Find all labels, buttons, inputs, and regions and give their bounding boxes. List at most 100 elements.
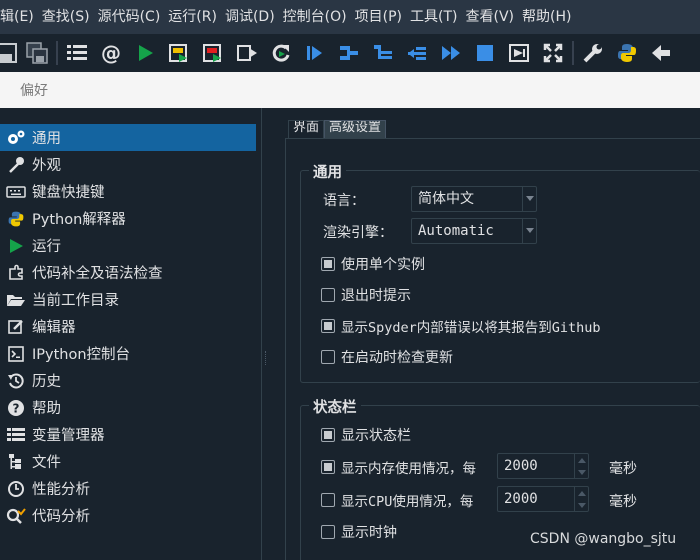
nav-item-variable-explorer[interactable]: 变量管理器 (0, 421, 256, 448)
step-button[interactable] (332, 34, 366, 72)
chevron-down-icon (522, 187, 536, 211)
keyboard-icon (5, 182, 27, 202)
check-updates-checkbox[interactable] (321, 350, 335, 364)
python-path-button[interactable] (610, 34, 644, 72)
show-statusbar-option[interactable]: 显示状态栏 (321, 425, 411, 445)
nav-item-completion-linting[interactable]: 代码补全及语法检查 (0, 259, 256, 286)
menu-projects[interactable]: 项目(P) (355, 0, 406, 34)
cpu-interval-spinbox[interactable]: 2000 (497, 486, 589, 512)
nav-splitter[interactable] (262, 108, 272, 560)
menu-bar: 辑(E) 查找(S) 源代码(C) 运行(R) 调试(D) 控制台(O) 项目(… (0, 0, 700, 34)
nav-item-label: 运行 (32, 239, 61, 255)
report-errors-checkbox[interactable] (321, 319, 335, 333)
menu-consoles[interactable]: 控制台(O) (283, 0, 351, 34)
show-cpu-checkbox[interactable] (321, 493, 335, 507)
preferences-page: 界面 高级设置 通用 语言： 简体中文 渲染引擎： Automatic 使用单个… (272, 108, 700, 560)
tab-interface[interactable]: 界面 (288, 120, 325, 138)
edit-icon (5, 317, 27, 337)
rerun-button[interactable] (264, 34, 298, 72)
outline-button[interactable] (60, 34, 94, 72)
nav-item-run[interactable]: 运行 (0, 232, 256, 259)
nav-item-label: 当前工作目录 (32, 293, 119, 309)
menu-search[interactable]: 查找(S) (42, 0, 94, 34)
nav-item-history[interactable]: 历史 (0, 367, 256, 394)
continue-icon (442, 46, 460, 60)
preferences-dialog-titlebar: 偏好 (0, 72, 700, 108)
nav-item-profiler[interactable]: 性能分析 (0, 475, 256, 502)
prompt-on-exit-option[interactable]: 退出时提示 (321, 285, 411, 305)
back-button[interactable] (644, 34, 678, 72)
nav-item-working-directory[interactable]: 当前工作目录 (0, 286, 256, 313)
python-icon (5, 209, 27, 229)
at-button[interactable]: @ (94, 34, 128, 72)
nav-item-label: 历史 (32, 374, 61, 390)
continue-button[interactable] (434, 34, 468, 72)
nav-item-label: 性能分析 (32, 482, 90, 498)
nav-item-ipython-console[interactable]: IPython控制台 (0, 340, 256, 367)
nav-item-appearance[interactable]: 外观 (0, 151, 256, 178)
show-memory-checkbox[interactable] (321, 460, 335, 474)
preferences-button[interactable] (576, 34, 610, 72)
save-all-button[interactable] (20, 34, 54, 72)
menu-view[interactable]: 查看(V) (465, 0, 518, 34)
show-cpu-option[interactable]: 显示CPU使用情况，每 (321, 490, 473, 510)
save-button[interactable] (0, 34, 20, 72)
check-updates-option[interactable]: 在启动时检查更新 (321, 347, 453, 367)
nav-item-python-interpreter[interactable]: Python解释器 (0, 205, 256, 232)
run-cell-advance-button[interactable] (196, 34, 230, 72)
render-engine-select[interactable]: Automatic (411, 218, 537, 244)
nav-item-files[interactable]: 文件 (0, 448, 256, 475)
profiler-icon (5, 479, 27, 499)
menu-tools[interactable]: 工具(T) (410, 0, 461, 34)
nav-item-keyboard-shortcuts[interactable]: 键盘快捷键 (0, 178, 256, 205)
splitter-grip (265, 351, 267, 365)
chevron-down-icon[interactable] (575, 499, 588, 511)
maximize-pane-button[interactable] (502, 34, 536, 72)
menu-help[interactable]: 帮助(H) (522, 0, 575, 34)
nav-item-label: 帮助 (32, 401, 61, 417)
nav-item-code-analysis[interactable]: 代码分析 (0, 502, 256, 529)
general-group-title: 通用 (309, 161, 346, 182)
show-clock-option[interactable]: 显示时钟 (321, 522, 397, 542)
debug-button[interactable] (298, 34, 332, 72)
menu-debug[interactable]: 调试(D) (225, 0, 279, 34)
step-into-button[interactable] (366, 34, 400, 72)
single-instance-checkbox[interactable] (321, 257, 335, 271)
chevron-up-icon[interactable] (575, 454, 588, 466)
single-instance-option[interactable]: 使用单个实例 (321, 254, 425, 274)
step-return-button[interactable] (400, 34, 434, 72)
fullscreen-button[interactable] (536, 34, 570, 72)
back-arrow-icon (652, 45, 670, 61)
eyedropper-icon (5, 155, 27, 175)
check-updates-label: 在启动时检查更新 (341, 350, 453, 366)
memory-interval-value: 2000 (504, 458, 538, 474)
show-clock-checkbox[interactable] (321, 525, 335, 539)
chevron-down-icon[interactable] (575, 466, 588, 478)
nav-item-general[interactable]: 通用 (0, 124, 256, 151)
nav-item-help[interactable]: ? 帮助 (0, 394, 256, 421)
debug-icon (307, 46, 322, 60)
run-cell-button[interactable] (162, 34, 196, 72)
stop-button[interactable] (468, 34, 502, 72)
run-button[interactable] (128, 34, 162, 72)
toolbar-separator (56, 41, 58, 65)
watermark-text: CSDN @wangbo_sjtu (530, 531, 677, 547)
tab-advanced-settings[interactable]: 高级设置 (324, 120, 387, 138)
chevron-up-icon[interactable] (575, 487, 588, 499)
report-errors-option[interactable]: 显示Spyder内部错误以将其报告到Github (321, 316, 601, 336)
fullscreen-icon (543, 43, 563, 63)
save-icon (0, 43, 17, 63)
run-selection-button[interactable] (230, 34, 264, 72)
show-memory-option[interactable]: 显示内存使用情况，每 (321, 457, 476, 477)
memory-interval-spinbox[interactable]: 2000 (497, 453, 589, 479)
menu-edit[interactable]: 辑(E) (0, 0, 38, 34)
menu-run[interactable]: 运行(R) (168, 0, 221, 34)
show-statusbar-checkbox[interactable] (321, 428, 335, 442)
gears-icon (5, 128, 27, 148)
nav-item-editor[interactable]: 编辑器 (0, 313, 256, 340)
list-icon (67, 45, 87, 60)
language-select[interactable]: 简体中文 (411, 186, 537, 212)
prompt-on-exit-checkbox[interactable] (321, 288, 335, 302)
menu-source[interactable]: 源代码(C) (98, 0, 165, 34)
cpu-interval-unit: 毫秒 (609, 494, 637, 510)
